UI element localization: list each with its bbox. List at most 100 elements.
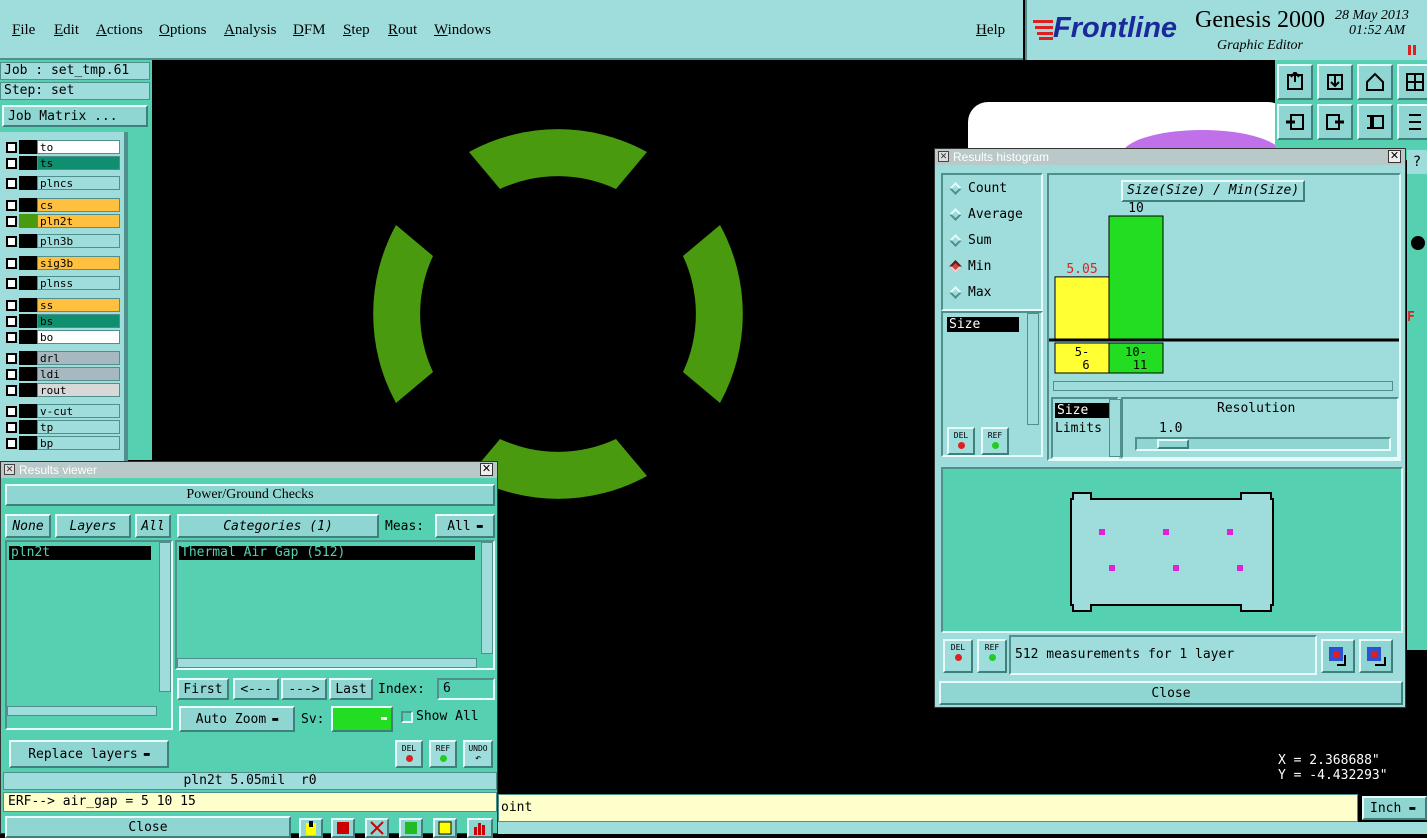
layer-row[interactable]: plncs [4, 176, 120, 190]
layer-checkbox[interactable] [6, 141, 17, 153]
layer-row[interactable]: to [4, 140, 120, 154]
layer-checkbox[interactable] [6, 331, 17, 343]
layer-row[interactable]: drl [4, 351, 120, 365]
replace-layers-select[interactable]: Replace layers ▬ [9, 740, 169, 768]
layer-row[interactable]: bs [4, 314, 120, 328]
viewer-undo-button[interactable]: UNDO ↶ [463, 740, 493, 768]
layer-name[interactable]: tp [37, 420, 120, 434]
home-icon[interactable] [1357, 64, 1393, 100]
param-limits-item[interactable]: Limits [1055, 421, 1102, 436]
menu-analysis[interactable]: Analysis [224, 22, 277, 39]
viewer-ref-button[interactable]: REF [429, 740, 457, 768]
layer-checkbox[interactable] [6, 299, 17, 311]
layer-name[interactable]: v-cut [37, 404, 120, 418]
viewer-del-button[interactable]: DEL [395, 740, 423, 768]
menu-step[interactable]: Step [343, 22, 370, 39]
prev-button[interactable]: <--- [233, 678, 279, 700]
layer-row[interactable]: pln2t [4, 214, 120, 228]
layer-checkbox[interactable] [6, 421, 17, 433]
radio-max[interactable]: Max [943, 279, 1041, 305]
layer-row[interactable]: rout [4, 383, 120, 397]
layer-name[interactable]: drl [37, 351, 120, 365]
meas-select[interactable]: All ▬ [435, 514, 495, 538]
sv-color-select[interactable]: ▬ [331, 706, 393, 732]
layer-checkbox[interactable] [6, 277, 17, 289]
layer-name[interactable]: plnss [37, 276, 120, 290]
compare-icon[interactable] [399, 818, 423, 838]
auto-zoom-select[interactable]: Auto Zoom ▬ [179, 706, 295, 732]
all-button[interactable]: All [135, 514, 171, 538]
zoom-to-feature-icon[interactable] [1321, 639, 1355, 673]
menu-dfm[interactable]: DFM [293, 22, 326, 39]
mirror-icon[interactable] [1397, 104, 1427, 140]
category-hscrollbar[interactable] [177, 658, 477, 668]
preview-del-button[interactable]: DEL [943, 639, 973, 673]
first-button[interactable]: First [177, 678, 229, 700]
layer-row[interactable]: sig3b [4, 256, 120, 270]
radio-average[interactable]: Average [943, 201, 1041, 227]
feature-icon[interactable]: F [1407, 310, 1427, 330]
layer-name[interactable]: bo [37, 330, 120, 344]
histogram-bar[interactable] [1108, 215, 1164, 340]
layer-checkbox[interactable] [6, 437, 17, 449]
layer-row[interactable]: plnss [4, 276, 120, 290]
reject-icon[interactable] [365, 818, 389, 838]
menu-actions[interactable]: Actions [96, 22, 143, 39]
ref-button[interactable]: REF [981, 427, 1009, 455]
chart-icon[interactable] [467, 818, 493, 838]
del-button[interactable]: DEL [947, 427, 975, 455]
pan-left-icon[interactable] [1277, 104, 1313, 140]
menu-edit[interactable]: Edit [54, 22, 79, 39]
radio-count[interactable]: Count [943, 175, 1041, 201]
menu-windows[interactable]: Windows [434, 22, 491, 39]
layer-list-scrollbar[interactable] [159, 542, 171, 692]
layer-name[interactable]: sig3b [37, 256, 120, 270]
layer-checkbox[interactable] [6, 368, 17, 380]
show-all-checkbox[interactable] [401, 711, 413, 723]
chart-hscrollbar[interactable] [1053, 381, 1393, 391]
menu-file[interactable]: File [12, 22, 35, 39]
layer-checkbox[interactable] [6, 384, 17, 396]
info-icon[interactable] [299, 818, 323, 838]
pause-icon[interactable] [1407, 44, 1417, 55]
menu-help[interactable]: Help [976, 22, 1005, 39]
layer-name[interactable]: plncs [37, 176, 120, 190]
layer-row[interactable]: bp [4, 436, 120, 450]
job-matrix-button[interactable]: Job Matrix ... [2, 105, 148, 127]
layer-name[interactable]: pln3b [37, 234, 120, 248]
category-item[interactable]: Thermal Air Gap (512) [179, 546, 475, 560]
zoom-out-feature-icon[interactable] [1359, 639, 1393, 673]
measure-list-scrollbar[interactable] [1027, 313, 1039, 425]
stop-icon[interactable] [331, 818, 355, 838]
layer-checkbox[interactable] [6, 157, 17, 169]
layer-name[interactable]: pln2t [37, 214, 120, 228]
layer-row[interactable]: ts [4, 156, 120, 170]
layer-name[interactable]: bp [37, 436, 120, 450]
resolution-slider[interactable] [1135, 437, 1391, 451]
index-input[interactable]: 6 [437, 678, 495, 700]
radio-sum[interactable]: Sum [943, 227, 1041, 253]
histogram-close-button[interactable]: Close [939, 681, 1403, 705]
layer-list-hscrollbar[interactable] [7, 706, 157, 716]
save-icon[interactable] [1317, 64, 1353, 100]
radio-min[interactable]: Min [943, 253, 1041, 279]
measure-list-item[interactable]: Size [947, 317, 1019, 332]
layer-checkbox[interactable] [6, 352, 17, 364]
rotate-icon[interactable] [1357, 104, 1393, 140]
layer-checkbox[interactable] [6, 199, 17, 211]
help-icon[interactable]: ? [1407, 150, 1427, 174]
param-scrollbar[interactable] [1109, 399, 1121, 457]
layer-row[interactable]: pln3b [4, 234, 120, 248]
layer-name[interactable]: rout [37, 383, 120, 397]
window-menu-icon[interactable]: ✕ [938, 151, 949, 162]
resolution-slider-thumb[interactable] [1157, 439, 1189, 449]
next-button[interactable]: ---> [281, 678, 327, 700]
param-size-item[interactable]: Size [1055, 403, 1111, 418]
window-menu-icon[interactable]: ✕ [4, 464, 15, 475]
layer-name[interactable]: ldi [37, 367, 120, 381]
layer-result-item[interactable]: pln2t [9, 546, 151, 560]
layer-name[interactable]: ts [37, 156, 120, 170]
layer-checkbox[interactable] [6, 215, 17, 227]
command-line[interactable]: oint [498, 794, 1358, 822]
layer-checkbox[interactable] [6, 257, 17, 269]
